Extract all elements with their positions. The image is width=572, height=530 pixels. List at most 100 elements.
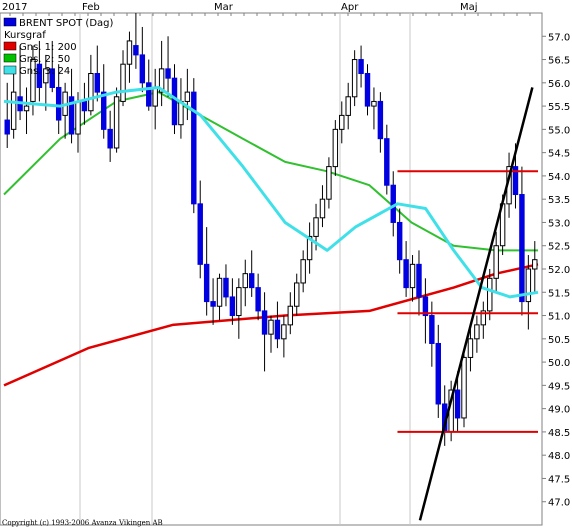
candle-body-up bbox=[281, 324, 287, 340]
y-tick-label: 47.0 bbox=[548, 498, 570, 509]
candle-body-up bbox=[409, 263, 416, 289]
candle bbox=[191, 78, 197, 214]
y-tick-label: 48.5 bbox=[548, 428, 570, 439]
candle-body-down bbox=[377, 100, 384, 140]
chart-area bbox=[0, 12, 543, 526]
candle-body-up bbox=[242, 273, 248, 289]
price-chart: 2017 Feb Mar Apr Maj 47.0 47.5 48.0 48.5 49.0 49… bbox=[0, 2, 570, 527]
candle-body-up bbox=[216, 277, 223, 307]
candle-body-up bbox=[313, 217, 319, 237]
y-tick-label: 50.0 bbox=[548, 358, 570, 369]
candle-body-up bbox=[88, 73, 94, 112]
candle-body-up bbox=[287, 305, 294, 326]
candle-body-down bbox=[94, 73, 101, 93]
y-tick-label: 53.5 bbox=[548, 195, 570, 206]
legend-label: Gns. 1: 200 bbox=[19, 42, 77, 53]
y-tick-label: 55.5 bbox=[548, 102, 570, 113]
y-tick-label: 52.0 bbox=[548, 265, 570, 276]
candle-body-down bbox=[55, 86, 62, 121]
legend-swatch bbox=[3, 17, 17, 27]
candle-body-up bbox=[10, 91, 17, 130]
legend-swatch bbox=[3, 65, 17, 75]
candle-body-up bbox=[371, 100, 377, 107]
candle-body-down bbox=[146, 82, 152, 107]
candle-body-down bbox=[255, 287, 261, 312]
y-tick-label: 54.0 bbox=[548, 172, 570, 183]
month-label: Mar bbox=[214, 2, 234, 13]
candle-body-down bbox=[403, 259, 409, 289]
candle bbox=[113, 87, 120, 153]
candle-body-down bbox=[454, 389, 461, 419]
candle-body-up bbox=[474, 324, 480, 340]
legend-swatch bbox=[3, 41, 17, 51]
month-label: Feb bbox=[82, 2, 100, 13]
candle-body-up bbox=[339, 114, 345, 130]
candle-body-up bbox=[184, 91, 191, 102]
legend-swatch bbox=[3, 53, 17, 63]
candle-body-down bbox=[171, 77, 178, 126]
month-label: Apr bbox=[341, 2, 359, 13]
candle-body-down bbox=[197, 203, 203, 265]
legend-label: Gns. 3: 24 bbox=[19, 66, 70, 77]
candle-body-up bbox=[300, 259, 306, 284]
y-tick-label: 47.5 bbox=[548, 474, 570, 485]
candle-body-down bbox=[101, 91, 107, 130]
candle-body-up bbox=[467, 338, 474, 358]
candle-body-up bbox=[351, 59, 358, 98]
candle-body-down bbox=[435, 342, 441, 405]
candle-body-down bbox=[358, 59, 364, 75]
candle-body-down bbox=[133, 45, 139, 56]
candle-body-down bbox=[4, 119, 10, 135]
candle-body-down bbox=[248, 273, 255, 289]
candle-body-down bbox=[139, 54, 146, 84]
candle-body-down bbox=[229, 296, 236, 317]
y-tick-label: 54.5 bbox=[548, 149, 570, 160]
candle-body-down bbox=[210, 301, 216, 307]
candle-body-down bbox=[384, 138, 390, 186]
month-labels: 2017 Feb Mar Apr Maj bbox=[2, 2, 478, 13]
candle-body-up bbox=[113, 96, 120, 149]
candle-body-up bbox=[126, 40, 133, 65]
y-tick-label: 53.0 bbox=[548, 218, 570, 229]
candle-body-down bbox=[223, 277, 229, 298]
candle-body-down bbox=[429, 315, 435, 344]
candle-body-up bbox=[332, 128, 339, 168]
month-label: Maj bbox=[460, 2, 478, 13]
candle-body-up bbox=[319, 198, 326, 219]
candle-body-up bbox=[326, 166, 332, 200]
candle-body-down bbox=[261, 310, 268, 335]
y-tick-label: 49.0 bbox=[548, 405, 570, 416]
candle-body-up bbox=[236, 287, 242, 317]
y-tick-label: 51.5 bbox=[548, 288, 570, 299]
candle-body-up bbox=[23, 105, 30, 112]
candle-body-down bbox=[107, 128, 113, 149]
y-tick-label: 50.5 bbox=[548, 335, 570, 346]
copyright-text: Copyright (c) 1993-2006 Avanza Vikingen … bbox=[2, 519, 163, 527]
candle-body-down bbox=[519, 194, 525, 303]
y-axis-ticks: 47.0 47.5 48.0 48.5 49.0 49.5 50.0 50.5 51.0 51.5… bbox=[542, 32, 570, 509]
candle-body-up bbox=[120, 63, 126, 102]
y-tick-label: 48.0 bbox=[548, 451, 570, 462]
candle-body-down bbox=[81, 100, 88, 112]
legend-label: Gns. 2: 50 bbox=[19, 54, 70, 65]
candle-body-up bbox=[493, 245, 499, 279]
candle-body-up bbox=[294, 282, 300, 307]
y-tick-label: 51.0 bbox=[548, 312, 570, 323]
legend-label: Kursgraf bbox=[4, 30, 46, 41]
candle-body-down bbox=[396, 221, 403, 261]
y-tick-label: 56.0 bbox=[548, 79, 570, 90]
y-tick-label: 57.0 bbox=[548, 32, 570, 43]
candle-body-up bbox=[345, 96, 351, 116]
candle-body-up bbox=[268, 319, 274, 335]
legend-label: BRENT SPOT (Dag) bbox=[19, 18, 114, 29]
y-tick-label: 52.5 bbox=[548, 242, 570, 253]
candle-body-up bbox=[75, 100, 81, 135]
candle-body-up bbox=[525, 268, 532, 303]
candle-body-down bbox=[364, 73, 371, 107]
candle-body-down bbox=[416, 263, 422, 298]
y-tick-label: 56.5 bbox=[548, 56, 570, 67]
y-tick-label: 49.5 bbox=[548, 381, 570, 392]
candle-body-down bbox=[165, 68, 171, 79]
candle-body-up bbox=[532, 259, 538, 270]
candle-body-up bbox=[487, 277, 493, 312]
